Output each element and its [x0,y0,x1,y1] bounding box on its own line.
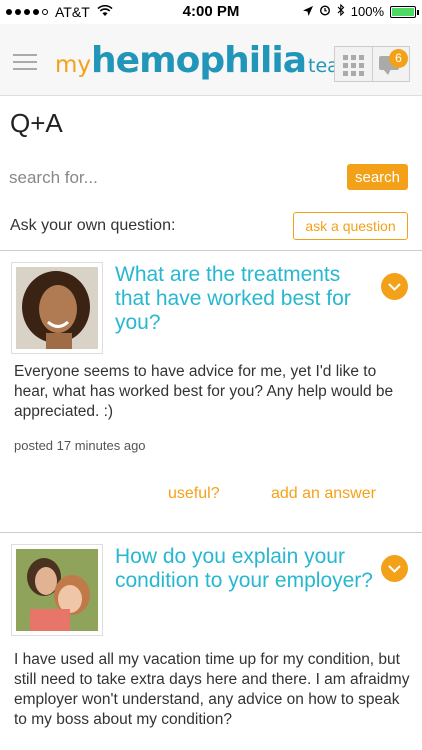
question-body: Everyone seems to have advice for me, ye… [14,363,394,420]
ask-question-button[interactable]: ask a question [293,212,408,240]
app-logo[interactable]: my hemophilia team [55,40,357,81]
search-input[interactable] [9,166,329,190]
avatar-image [16,267,98,349]
battery-percent: 100% [350,4,384,19]
notification-badge: 6 [389,49,408,68]
alarm-icon [319,4,331,19]
avatar[interactable] [11,544,103,636]
chevron-down-icon[interactable] [381,273,408,300]
location-icon [302,4,313,19]
battery-icon [390,5,419,18]
avatar[interactable] [11,262,103,354]
useful-button[interactable]: useful? [168,485,220,503]
apps-grid-icon[interactable] [335,47,373,81]
status-right: 100% [302,3,419,19]
question-body: I have used all my vacation time up for … [14,651,410,728]
add-answer-button[interactable]: add an answer [271,485,376,503]
question-title[interactable]: How do you explain your condition to you… [115,545,375,593]
logo-main: hemophilia [91,40,307,81]
page-title: Q+A [10,108,63,138]
status-bar: AT&T 4:00 PM 100% [0,0,422,24]
question-card: How do you explain your condition to you… [0,533,422,750]
header-widget: 6 [334,46,410,82]
posted-timestamp: posted 17 minutes ago [14,438,146,453]
chevron-down-icon[interactable] [381,555,408,582]
question-card: What are the treatments that have worked… [0,251,422,532]
menu-icon[interactable] [13,54,37,70]
app-header: my hemophilia team 6 [0,24,422,96]
question-title[interactable]: What are the treatments that have worked… [115,263,375,335]
ask-label: Ask your own question: [10,217,176,234]
messages-icon[interactable]: 6 [373,47,409,81]
logo-prefix: my [55,52,92,78]
bluetooth-icon [337,3,345,19]
search-button[interactable]: search [347,164,408,190]
avatar-image [16,549,98,631]
